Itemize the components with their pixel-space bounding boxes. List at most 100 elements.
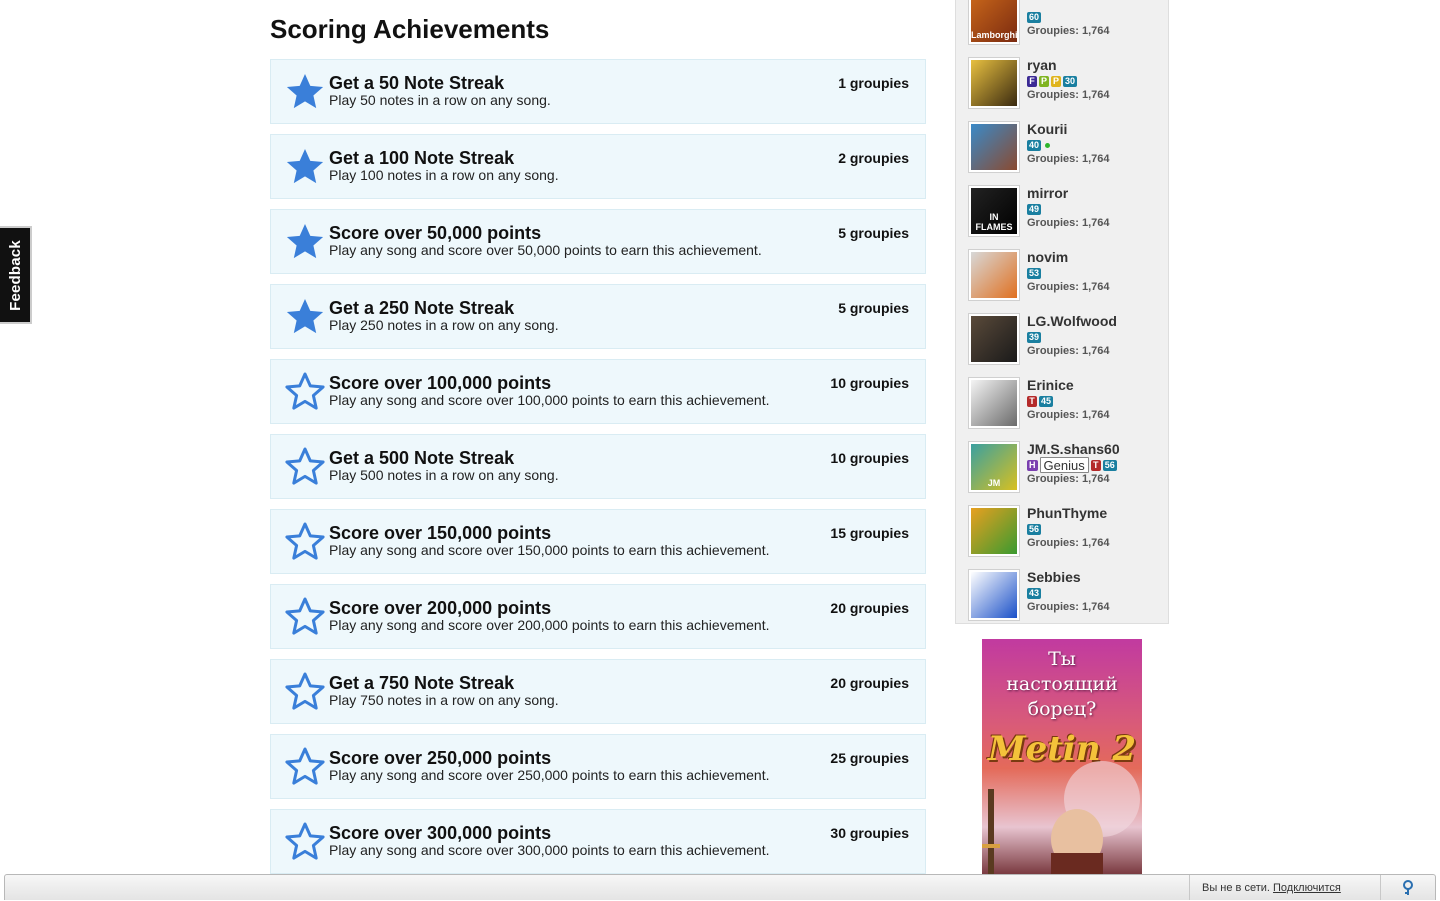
avatar[interactable]: JM [968,441,1020,493]
achievement-title: Score over 150,000 points [329,523,552,543]
star-outline-icon [285,747,325,785]
achievement-item[interactable]: Get a 500 Note Streak Play 500 notes in a… [270,434,926,499]
avatar[interactable] [968,569,1020,621]
level-badge: 53 [1027,267,1042,279]
achievement-item[interactable]: Get a 100 Note Streak Play 100 notes in a… [270,134,926,199]
user-badges: 43 [1027,587,1042,599]
user-name[interactable]: ryan [1027,57,1057,73]
achievement-item[interactable]: Score over 200,000 points Play any song a… [270,584,926,649]
avatar[interactable]: Lamborghi [968,0,1020,45]
star-filled-icon [286,149,324,184]
user-name[interactable]: novim [1027,249,1068,265]
t-badge: T [1027,395,1037,407]
achievement-title: Get a 250 Note Streak [329,298,515,318]
achievement-reward: 1 groupies [838,75,909,91]
sidebar-user[interactable]: PhunThyme 56 Groupies: 1,764 [968,505,1168,561]
achievement-title: Get a 100 Note Streak [329,148,515,168]
achievement-item[interactable]: Get a 50 Note Streak Play 50 notes in a r… [270,59,926,124]
achievement-reward: 15 groupies [830,525,909,541]
chat-connect-link[interactable]: Подключится [1273,882,1341,894]
f-badge: F [1027,75,1037,87]
sidebar-user[interactable]: IN FLAMES mirror 49 Groupies: 1,764 [968,185,1168,241]
level-badge: 56 [1027,523,1042,535]
genius-badge: Genius [1039,457,1089,473]
achievement-title: Score over 100,000 points [329,373,552,393]
groupies-sidebar: Lamborghi 60 Groupies: 1,764 ryan F P P 30 Group… [955,0,1169,624]
key-icon [1403,879,1413,895]
achievement-reward: 5 groupies [838,225,909,241]
chat-status: Вы не в сети. Подключится [1189,875,1341,900]
online-status-icon [1045,142,1051,148]
achievement-description: Play 750 notes in a row on any song. [329,692,559,708]
achievement-item[interactable]: Get a 750 Note Streak Play 750 notes in a… [270,659,926,724]
achievement-title: Score over 300,000 points [329,823,552,843]
avatar[interactable] [968,313,1020,365]
sidebar-user[interactable]: Erinice T 45 Groupies: 1,764 [968,377,1168,433]
achievement-reward: 5 groupies [838,300,909,316]
sidebar-user[interactable]: Sebbies 43 Groupies: 1,764 [968,569,1168,625]
achievement-item[interactable]: Get a 250 Note Streak Play 250 notes in a… [270,284,926,349]
avatar-image: Lamborghi [971,0,1017,42]
star-outline-icon [285,672,325,710]
achievement-description: Play 100 notes in a row on any song. [329,167,559,183]
chat-toggle-button[interactable] [1380,875,1435,900]
achievement-item[interactable]: Score over 300,000 points Play any song a… [270,809,926,874]
star-outline-icon [285,597,325,635]
level-badge: 39 [1027,331,1042,343]
achievement-item[interactable]: Score over 100,000 points Play any song a… [270,359,926,424]
achievement-title: Get a 50 Note Streak [329,73,505,93]
user-name[interactable]: Kourii [1027,121,1067,137]
achievement-reward: 20 groupies [830,675,909,691]
feedback-tab[interactable]: Feedback [0,226,32,324]
achievement-description: Play 250 notes in a row on any song. [329,317,559,333]
sidebar-user[interactable]: LG.Wolfwood 39 Groupies: 1,764 [968,313,1168,369]
star-filled-icon [286,299,324,334]
achievement-description: Play any song and score over 200,000 poi… [329,617,770,633]
avatar[interactable] [968,377,1020,429]
ad-artwork [982,761,1140,874]
page-title: Scoring Achievements [270,14,550,44]
achievement-description: Play 500 notes in a row on any song. [329,467,559,483]
achievement-reward: 10 groupies [830,450,909,466]
user-groupies: Groupies: 1,764 [1027,409,1110,421]
sidebar-user[interactable]: Kourii 40 Groupies: 1,764 [968,121,1168,177]
user-name[interactable]: LG.Wolfwood [1027,313,1117,329]
user-badges: 40 [1027,139,1051,151]
avatar-image [971,572,1017,618]
star-outline-icon [285,522,325,560]
user-name[interactable]: PhunThyme [1027,505,1107,521]
achievement-item[interactable]: Score over 150,000 points Play any song a… [270,509,926,574]
avatar-image: JM [971,444,1017,490]
user-badges: 49 [1027,203,1042,215]
user-badges: 56 [1027,523,1042,535]
user-groupies: Groupies: 1,764 [1027,537,1110,549]
avatar[interactable] [968,121,1020,173]
user-name[interactable]: Sebbies [1027,569,1081,585]
user-groupies: Groupies: 1,764 [1027,25,1110,37]
avatar-image [971,508,1017,554]
star-outline-icon [285,822,325,860]
avatar[interactable] [968,249,1020,301]
user-name[interactable]: Erinice [1027,377,1074,393]
sidebar-user[interactable]: JM JM.S.shans60 H Genius T 56 Groupies: 1,764 [968,441,1168,497]
achievement-item[interactable]: Score over 250,000 points Play any song a… [270,734,926,799]
achievement-title: Score over 200,000 points [329,598,552,618]
sidebar-user[interactable]: novim 53 Groupies: 1,764 [968,249,1168,305]
avatar-image: IN FLAMES [971,188,1017,234]
user-groupies: Groupies: 1,764 [1027,217,1110,229]
avatar[interactable] [968,57,1020,109]
avatar[interactable] [968,505,1020,557]
user-name[interactable]: mirror [1027,185,1068,201]
level-badge: 56 [1102,459,1117,471]
avatar[interactable]: IN FLAMES [968,185,1020,237]
user-groupies: Groupies: 1,764 [1027,601,1110,613]
user-groupies: Groupies: 1,764 [1027,153,1110,165]
achievement-item[interactable]: Score over 50,000 points Play any song an… [270,209,926,274]
achievement-reward: 30 groupies [830,825,909,841]
achievement-reward: 10 groupies [830,375,909,391]
sidebar-user[interactable]: ryan F P P 30 Groupies: 1,764 [968,57,1168,113]
user-name[interactable]: JM.S.shans60 [1027,441,1120,457]
user-groupies: Groupies: 1,764 [1027,345,1110,357]
sidebar-user[interactable]: Lamborghi 60 Groupies: 1,764 [968,0,1168,49]
advertisement-banner[interactable]: Ты настоящий борец? Metin 2 [982,639,1142,874]
